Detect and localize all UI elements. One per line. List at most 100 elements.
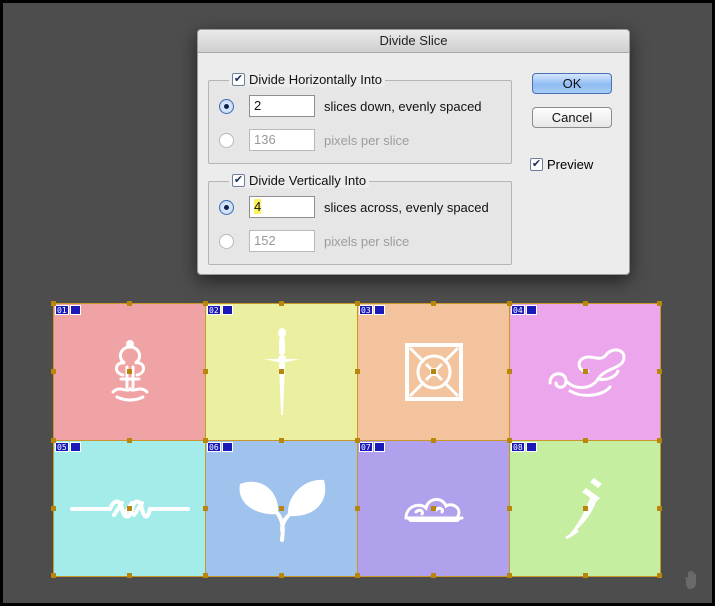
vertical-pixels-radio[interactable] <box>219 233 234 249</box>
slice-badge: 03 <box>359 305 385 315</box>
slice-handle[interactable] <box>431 301 436 306</box>
slice-handle[interactable] <box>583 438 588 443</box>
slice-handle[interactable] <box>431 369 436 374</box>
horizontal-pixels-radio[interactable] <box>219 132 234 148</box>
slice-handle[interactable] <box>127 369 132 374</box>
slice-handle[interactable] <box>51 506 56 511</box>
slice-handle[interactable] <box>507 573 512 578</box>
divide-vertically-label: Divide Vertically Into <box>249 173 367 188</box>
slice-handle[interactable] <box>203 573 208 578</box>
dialog-title[interactable]: Divide Slice <box>198 30 629 53</box>
slice-handle[interactable] <box>355 301 360 306</box>
divide-horizontally-checkbox[interactable]: ✔ <box>232 73 245 86</box>
slice-handle[interactable] <box>127 573 132 578</box>
slice-handle[interactable] <box>657 369 662 374</box>
vertical-slices-row: 4 slices across, evenly spaced <box>219 196 489 218</box>
slice-number: 04 <box>511 305 525 315</box>
slice-number: 06 <box>207 442 221 452</box>
hand-tool-icon <box>685 570 696 589</box>
slice-handle[interactable] <box>583 506 588 511</box>
slice-number: 03 <box>359 305 373 315</box>
slice-type-icon <box>69 442 81 452</box>
slice-handle[interactable] <box>507 301 512 306</box>
vertical-slices-input[interactable]: 4 <box>249 196 315 218</box>
slice-badge: 02 <box>207 305 233 315</box>
slice-type-icon <box>69 305 81 315</box>
slice-number: 08 <box>511 442 525 452</box>
vertical-pixels-row: 152 pixels per slice <box>219 230 409 252</box>
slice-handle[interactable] <box>507 438 512 443</box>
slice-handle[interactable] <box>583 301 588 306</box>
slice-number: 01 <box>55 305 69 315</box>
slice-handle[interactable] <box>583 369 588 374</box>
slice-type-icon <box>221 442 233 452</box>
slice-badge: 05 <box>55 442 81 452</box>
horizontal-pixels-input[interactable]: 136 <box>249 129 315 151</box>
slice-handle[interactable] <box>657 506 662 511</box>
slice-badge: 04 <box>511 305 537 315</box>
horizontal-slices-label: slices down, evenly spaced <box>324 98 482 114</box>
slice-type-icon <box>373 305 385 315</box>
slice-handle[interactable] <box>507 369 512 374</box>
slice-type-icon <box>525 305 537 315</box>
slice-handle[interactable] <box>355 506 360 511</box>
slice-badge: 08 <box>511 442 537 452</box>
vertical-pixels-label: pixels per slice <box>324 233 410 249</box>
slice-handle[interactable] <box>657 573 662 578</box>
slice-handle[interactable] <box>431 573 436 578</box>
slice-handle[interactable] <box>431 506 436 511</box>
horizontal-pixels-row: 136 pixels per slice <box>219 129 409 151</box>
slice-handle[interactable] <box>355 573 360 578</box>
slice-handle[interactable] <box>279 301 284 306</box>
slice-handle[interactable] <box>127 438 132 443</box>
slice-number: 05 <box>55 442 69 452</box>
divide-horizontally-group: ✔ Divide Horizontally Into 2 slices down… <box>208 72 512 164</box>
slice-handle[interactable] <box>203 301 208 306</box>
divide-slice-dialog: Divide Slice ✔ Divide Horizontally Into … <box>197 29 630 275</box>
divide-vertically-group: ✔ Divide Vertically Into 4 slices across… <box>208 173 512 265</box>
slice-handle[interactable] <box>279 506 284 511</box>
slice-handle[interactable] <box>657 438 662 443</box>
slice-handle[interactable] <box>203 506 208 511</box>
horizontal-slices-radio[interactable] <box>219 98 234 114</box>
slice-handle[interactable] <box>355 438 360 443</box>
divide-vertically-checkbox[interactable]: ✔ <box>232 174 245 187</box>
cancel-button[interactable]: Cancel <box>532 107 612 128</box>
slice-handle[interactable] <box>657 301 662 306</box>
slice-handle[interactable] <box>279 573 284 578</box>
preview-checkbox[interactable]: ✔ <box>530 158 543 171</box>
slice-handle[interactable] <box>279 438 284 443</box>
slice-handle[interactable] <box>127 301 132 306</box>
slice-handle[interactable] <box>51 301 56 306</box>
slice-handle[interactable] <box>355 369 360 374</box>
slice-handle[interactable] <box>431 438 436 443</box>
slice-handle[interactable] <box>51 438 56 443</box>
slice-handle[interactable] <box>203 369 208 374</box>
checkmark-icon: ✔ <box>233 73 244 85</box>
divide-horizontally-label: Divide Horizontally Into <box>249 72 382 87</box>
checkmark-icon: ✔ <box>531 158 542 170</box>
slice-handle[interactable] <box>51 369 56 374</box>
divide-vertically-legend: ✔ Divide Vertically Into <box>229 173 370 188</box>
divide-horizontally-legend: ✔ Divide Horizontally Into <box>229 72 385 87</box>
slice-handle[interactable] <box>203 438 208 443</box>
slice-handle[interactable] <box>507 506 512 511</box>
horizontal-pixels-label: pixels per slice <box>324 132 410 148</box>
slice-badge: 01 <box>55 305 81 315</box>
slice-badge: 06 <box>207 442 233 452</box>
horizontal-slices-row: 2 slices down, evenly spaced <box>219 95 482 117</box>
slice-number: 07 <box>359 442 373 452</box>
ok-button[interactable]: OK <box>532 73 612 94</box>
vertical-pixels-input[interactable]: 152 <box>249 230 315 252</box>
slice-type-icon <box>373 442 385 452</box>
slice-handle[interactable] <box>279 369 284 374</box>
horizontal-slices-input[interactable]: 2 <box>249 95 315 117</box>
checkmark-icon: ✔ <box>233 174 244 186</box>
slice-handle[interactable] <box>127 506 132 511</box>
slice-type-icon <box>221 305 233 315</box>
slice-handle[interactable] <box>583 573 588 578</box>
slice-handle[interactable] <box>51 573 56 578</box>
vertical-slices-label: slices across, evenly spaced <box>324 199 489 215</box>
vertical-slices-radio[interactable] <box>219 199 234 215</box>
preview-option: ✔ Preview <box>530 157 593 172</box>
